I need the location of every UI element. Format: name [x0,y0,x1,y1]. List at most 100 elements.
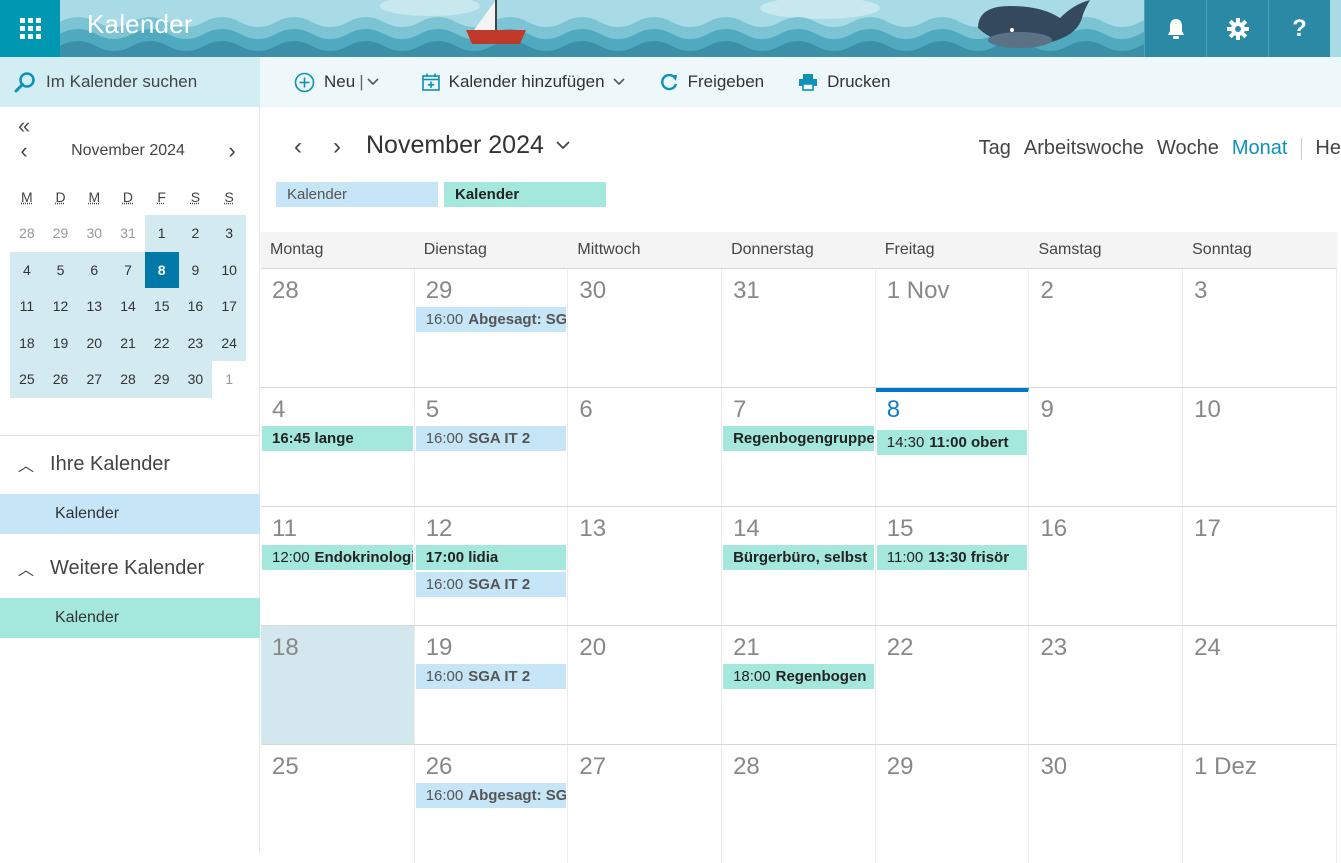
view-day[interactable]: Tag [979,137,1011,160]
day-cell[interactable]: 29 [876,745,1030,863]
your-calendars-section[interactable]: ︿ Ihre Kalender [18,452,170,476]
day-cell[interactable]: 19 16:00 SGA IT 2 [415,626,569,744]
add-calendar-button[interactable]: Kalender hinzufügen [421,72,625,92]
day-cell[interactable]: 13 [568,507,723,625]
day-cell[interactable]: 16 [1029,507,1184,625]
mini-prev-month-icon[interactable]: ‹ [10,138,38,164]
mini-day[interactable]: 17 [212,288,246,325]
day-cell[interactable]: 5 16:00 SGA IT 2 [415,388,569,506]
calendar-search[interactable]: Im Kalender suchen [0,57,260,107]
mini-day[interactable]: 15 [144,288,179,325]
day-cell[interactable]: 25 [261,745,415,863]
day-cell[interactable]: 1 Dez [1183,745,1337,863]
calendar-event[interactable]: 16:00 SGA IT 2 [415,572,567,597]
mini-day[interactable]: 13 [77,288,112,325]
app-launcher-button[interactable] [0,0,60,57]
day-cell[interactable]: 31 [722,269,876,387]
new-button[interactable]: Neu | [294,72,388,93]
mini-calendar-title[interactable]: November 2024 [71,142,185,160]
day-cell[interactable]: 24 [1183,626,1337,744]
mini-day[interactable]: 29 [144,361,179,398]
day-cell[interactable]: 18 [261,626,415,744]
share-button[interactable]: Freigeben [659,72,764,92]
mini-day[interactable]: 25 [10,361,44,398]
mini-day[interactable]: 16 [178,288,213,325]
mini-day[interactable]: 29 [44,215,78,252]
mini-day[interactable]: 3 [212,215,246,252]
calendar-event[interactable]: 16:00 Abgesagt: SG [415,307,567,332]
day-cell[interactable]: 12 17:00 lidia 16:00 SGA IT 2 [415,507,569,625]
mini-day[interactable]: 9 [178,251,213,288]
mini-day[interactable]: 27 [77,361,112,398]
mini-day[interactable]: 30 [77,215,111,252]
calendar-event[interactable]: 16:00 SGA IT 2 [415,664,567,689]
mini-day[interactable]: 1 [212,361,246,398]
day-cell[interactable]: 20 [568,626,723,744]
help-button[interactable]: ? [1268,0,1330,57]
day-cell[interactable]: 6 [568,388,723,506]
day-cell[interactable]: 21 18:00 Regenbogen [722,626,876,744]
day-cell[interactable]: 30 [568,269,723,387]
calendar-event[interactable]: 14:30 11:00 obert [876,430,1028,455]
calendar-event[interactable]: Bürgerbüro, selbst [723,545,874,570]
day-cell[interactable]: 1 Nov [876,269,1030,387]
sidebar-other-calendar-item[interactable]: Kalender [0,598,260,638]
mini-day[interactable]: 11 [10,288,44,325]
month-title[interactable]: November 2024 [366,131,570,160]
mini-day[interactable]: 18 [10,324,44,361]
mini-day[interactable]: 5 [43,251,78,288]
day-cell[interactable]: 29 16:00 Abgesagt: SG [415,269,569,387]
mini-day[interactable]: 30 [178,361,213,398]
view-week[interactable]: Woche [1157,137,1219,160]
calendar-event[interactable]: 16:00 SGA IT 2 [415,426,567,451]
mini-day[interactable]: 28 [10,215,44,252]
notifications-button[interactable] [1144,0,1206,57]
day-cell[interactable]: 27 [568,745,723,863]
calendar-event[interactable]: 17:00 lidia [415,545,567,570]
next-month-icon[interactable]: › [333,133,341,161]
day-cell[interactable]: 11 12:00Endokrinologie [261,507,415,625]
mini-day[interactable]: 22 [144,324,179,361]
mini-day[interactable]: 10 [212,251,246,288]
day-cell[interactable]: 15 11:00 13:30 frisör [876,507,1030,625]
day-cell[interactable]: 23 [1029,626,1184,744]
day-cell[interactable]: 22 [876,626,1030,744]
mini-day[interactable]: 7 [111,251,145,288]
day-cell[interactable]: 7 Regenbogengruppe [722,388,876,506]
day-cell[interactable]: 14 Bürgerbüro, selbst [722,507,876,625]
calendar-chip-active[interactable]: Kalender [444,182,606,207]
calendar-event[interactable]: 12:00Endokrinologie [262,545,413,570]
mini-next-month-icon[interactable]: › [218,138,246,164]
mini-day[interactable]: 28 [111,361,145,398]
calendar-event[interactable]: 18:00 Regenbogen [723,664,874,689]
day-cell[interactable]: 17 [1183,507,1337,625]
day-cell[interactable]: 4 16:45 lange [261,388,415,506]
calendar-event[interactable]: 16:00 Abgesagt: SG [415,783,567,808]
chevron-down-icon[interactable] [367,78,379,86]
day-cell[interactable]: 3 [1183,269,1337,387]
view-workweek[interactable]: Arbeitswoche [1024,137,1144,160]
settings-button[interactable] [1206,0,1268,57]
day-cell[interactable]: 28 [261,269,415,387]
day-cell[interactable]: 10 [1183,388,1337,506]
mini-day[interactable]: 26 [43,361,78,398]
mini-day[interactable]: 6 [77,251,112,288]
print-button[interactable]: Drucken [798,72,890,92]
day-cell[interactable]: 26 16:00 Abgesagt: SG [415,745,569,863]
calendar-event[interactable]: 16:45 lange [262,426,413,451]
mini-day-today[interactable]: 8 [144,251,179,288]
collapse-pane-icon[interactable]: « [18,113,30,139]
view-today[interactable]: He [1315,137,1341,160]
calendar-event[interactable]: 11:00 13:30 frisör [876,545,1028,570]
day-cell[interactable]: 2 [1029,269,1184,387]
mini-day[interactable]: 19 [43,324,78,361]
other-calendars-section[interactable]: ︿ Weitere Kalender [18,556,204,580]
mini-day[interactable]: 21 [111,324,145,361]
mini-day[interactable]: 12 [43,288,78,325]
mini-day[interactable]: 31 [111,215,145,252]
mini-day[interactable]: 14 [111,288,145,325]
mini-day[interactable]: 4 [10,251,44,288]
view-month[interactable]: Monat [1232,137,1288,160]
mini-day[interactable]: 1 [144,215,179,252]
day-cell[interactable]: 9 [1029,388,1184,506]
